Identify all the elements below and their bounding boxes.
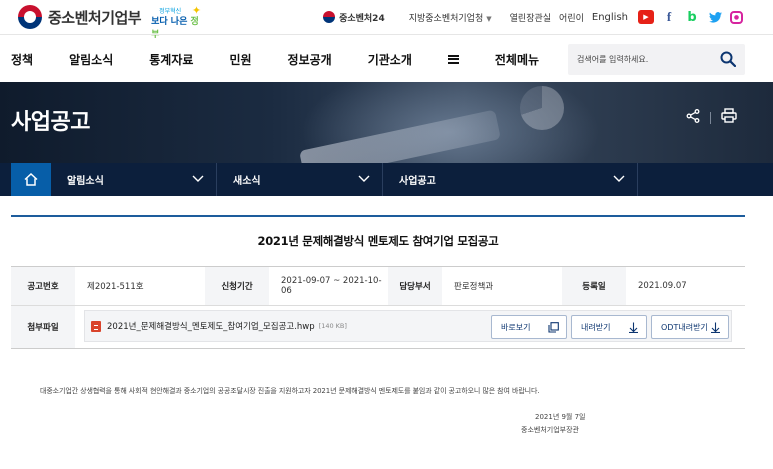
- download-button[interactable]: 내려받기: [571, 315, 647, 339]
- utility-links: 중소벤처24 지방중소벤처기업청 ▼ 열린장관실 어린이 English ▶ f …: [323, 8, 743, 26]
- hamburger-icon: [447, 54, 459, 64]
- page-title: 사업공고: [11, 110, 90, 135]
- attachment-file: 2021년_문제해결방식_멘토제도_참여기업_모집공고.hwp [140 KB]…: [84, 310, 732, 342]
- download-icon: [711, 322, 720, 333]
- download-label: 내려받기: [581, 322, 611, 332]
- breadcrumb-depth1-label: 알림소식: [67, 176, 104, 187]
- taegeuk-emblem-icon: [18, 5, 42, 29]
- share-button[interactable]: [686, 108, 700, 127]
- home-button[interactable]: [11, 163, 51, 196]
- hwp-file-icon: [91, 320, 101, 332]
- action-divider: [710, 111, 711, 124]
- value-department: 판로정책과: [454, 282, 494, 292]
- signature-organization: 중소벤처기업부장관: [521, 426, 579, 434]
- main-navigation: 정책 알림소식 통계자료 민원 정보공개 기관소개 전체메뉴: [0, 34, 773, 82]
- english-link[interactable]: English: [592, 12, 628, 23]
- article-top-border: [11, 215, 745, 217]
- breadcrumb-depth3-label: 사업공고: [399, 176, 436, 187]
- hero-banner: 사업공고: [0, 82, 773, 163]
- site-logo[interactable]: 중소벤처기업부 정부혁신 보다 나은 정부 ✦: [18, 4, 202, 40]
- odt-download-label: ODT내려받기: [661, 322, 708, 332]
- search-button[interactable]: [720, 51, 737, 68]
- region-office-dropdown[interactable]: 지방중소벤처기업청 ▼: [409, 11, 492, 24]
- search-icon: [720, 51, 737, 68]
- taegeuk-mini-icon: [323, 11, 336, 23]
- slogan-main-a: 보다 나은: [151, 17, 188, 27]
- breadcrumb-depth3[interactable]: 사업공고: [383, 163, 638, 196]
- odt-download-button[interactable]: ODT내려받기: [651, 315, 729, 339]
- gnb-menu: 정책 알림소식 통계자료 민원 정보공개 기관소개 전체메뉴: [11, 35, 575, 83]
- kids-link[interactable]: 어린이: [559, 11, 584, 24]
- home-icon: [24, 173, 38, 186]
- menu-civil-service[interactable]: 민원: [229, 51, 251, 68]
- breadcrumb-depth2[interactable]: 새소식: [217, 163, 383, 196]
- full-menu-label: 전체메뉴: [494, 52, 540, 67]
- article-body: 대중소기업간 상생협력을 통해 사회적 현안해결과 중소기업의 공공조달시장 진…: [40, 387, 540, 395]
- menu-about[interactable]: 기관소개: [368, 51, 412, 68]
- download-icon: [629, 322, 638, 333]
- attachment-size: [140 KB]: [318, 322, 347, 330]
- signature-date: 2021년 9월 7일: [535, 413, 586, 421]
- label-department: 담당부서: [388, 267, 442, 305]
- article-title: 2021년 문제해결방식 멘토제도 참여기업 모집공고: [257, 234, 499, 248]
- full-menu-button[interactable]: 전체메뉴: [447, 51, 575, 68]
- chevron-down-icon: [192, 175, 204, 182]
- attachment-filename[interactable]: 2021년_문제해결방식_멘토제도_참여기업_모집공고.hwp: [107, 320, 315, 332]
- share-icon: [686, 109, 700, 123]
- preview-button[interactable]: 바로보기: [491, 315, 567, 339]
- menu-information-disclosure[interactable]: 정보공개: [288, 51, 332, 68]
- search-input[interactable]: [577, 55, 717, 64]
- caret-down-icon: ▼: [486, 14, 492, 23]
- breadcrumb: 알림소식 새소식 사업공고: [0, 163, 773, 196]
- instagram-icon[interactable]: ●: [730, 10, 743, 24]
- breadcrumb-depth2-label: 새소식: [233, 176, 261, 187]
- label-attachment: 첨부파일: [11, 306, 75, 348]
- page-actions: [686, 108, 737, 127]
- twitter-icon[interactable]: [707, 10, 723, 24]
- jb24-label: 중소벤처24: [339, 13, 385, 24]
- sparkle-icon: ✦: [191, 4, 202, 17]
- jb24-link[interactable]: 중소벤처24: [323, 11, 385, 24]
- sns-links: ▶ f b ●: [638, 9, 743, 25]
- label-application-period: 신청기간: [205, 267, 269, 305]
- chevron-down-icon: [358, 175, 370, 182]
- preview-icon: [548, 322, 559, 333]
- article-info-table: 공고번호 제2021-511호 신청기간 2021-09-07 ~ 2021-1…: [11, 266, 745, 349]
- menu-policy[interactable]: 정책: [11, 51, 33, 68]
- facebook-icon[interactable]: f: [661, 9, 677, 24]
- info-row: 공고번호 제2021-511호 신청기간 2021-09-07 ~ 2021-1…: [11, 267, 745, 306]
- search-box: [568, 44, 745, 75]
- chevron-down-icon: [613, 175, 625, 182]
- top-bar: 중소벤처기업부 정부혁신 보다 나은 정부 ✦ 중소벤처24 지방중소벤처기업청…: [0, 0, 773, 40]
- region-label: 지방중소벤처기업청: [408, 13, 484, 24]
- attachment-row: 첨부파일 2021년_문제해결방식_멘토제도_참여기업_모집공고.hwp [14…: [11, 306, 745, 348]
- logo-text: 중소벤처기업부: [48, 8, 142, 27]
- minister-office-link[interactable]: 열린장관실: [510, 11, 551, 24]
- preview-label: 바로보기: [501, 322, 531, 332]
- value-registered-date: 2021.09.07: [638, 281, 687, 291]
- print-icon: [721, 108, 737, 123]
- gov-innovation-slogan: 정부혁신 보다 나은 정부 ✦: [149, 4, 202, 40]
- value-notice-number: 제2021-511호: [87, 282, 144, 292]
- menu-statistics[interactable]: 통계자료: [149, 51, 193, 68]
- hero-background-chart: [520, 86, 564, 130]
- youtube-icon[interactable]: ▶: [638, 10, 654, 24]
- breadcrumb-depth1[interactable]: 알림소식: [51, 163, 217, 196]
- value-application-period: 2021-09-07 ~ 2021-10-06: [281, 276, 382, 296]
- label-notice-number: 공고번호: [11, 267, 75, 305]
- print-button[interactable]: [721, 108, 737, 127]
- menu-news[interactable]: 알림소식: [69, 51, 113, 68]
- blog-icon[interactable]: b: [684, 10, 700, 25]
- label-registered-date: 등록일: [562, 267, 626, 305]
